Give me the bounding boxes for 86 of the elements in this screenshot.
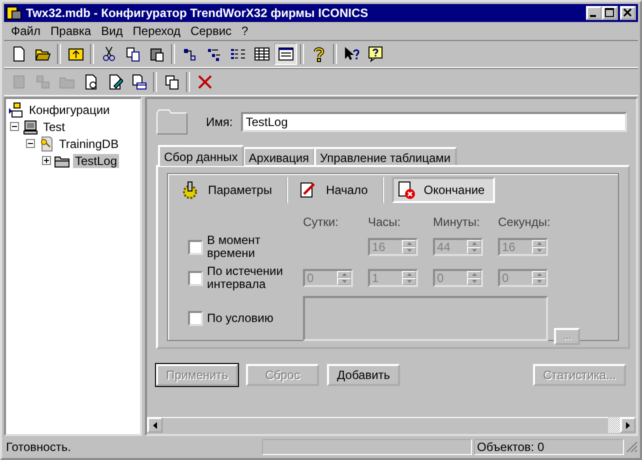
- tree-view-icon: [206, 46, 222, 62]
- down-arrow-icon: [472, 280, 476, 283]
- stacked-squares-icon: [34, 74, 50, 90]
- toolbar-button[interactable]: [274, 43, 297, 65]
- checkbox[interactable]: [188, 270, 203, 286]
- tree-item[interactable]: TrainingDB: [57, 136, 121, 150]
- down-arrow-icon: [536, 249, 542, 252]
- object-count: Объектов: 0: [474, 438, 624, 454]
- pointer-question-icon: [344, 46, 360, 62]
- form-icon: [278, 46, 294, 62]
- name-field[interactable]: TestLog: [240, 112, 627, 132]
- column-label: Минуты:: [433, 215, 481, 229]
- minimize-icon: [590, 15, 596, 17]
- minimize-button[interactable]: [586, 6, 602, 20]
- scroll-left-button[interactable]: [147, 417, 163, 433]
- delete-icon: [196, 74, 212, 90]
- down-arrow-icon: [342, 280, 346, 283]
- down-arrow-icon: [406, 249, 412, 252]
- up-arrow-icon: [536, 242, 542, 245]
- notepad-pencil-icon: [298, 180, 318, 200]
- tree-item[interactable]: Конфигурации: [27, 102, 112, 116]
- checkbox-label: В момент времени: [207, 234, 262, 260]
- right-arrow-icon: [626, 422, 630, 428]
- up-arrow-icon: [406, 273, 412, 276]
- collapse-toggle[interactable]: [10, 122, 19, 131]
- clipboard-icon: [148, 46, 164, 62]
- collapse-toggle[interactable]: [26, 139, 35, 148]
- document-magnifier-icon: [82, 74, 98, 90]
- column-label: Секунды:: [498, 215, 548, 229]
- close-button[interactable]: [620, 6, 636, 20]
- menu-item[interactable]: ?: [236, 24, 254, 38]
- copy-icon: [164, 74, 180, 90]
- menu-item[interactable]: Переход: [128, 24, 186, 38]
- menu-item[interactable]: Правка: [46, 24, 96, 38]
- down-arrow-icon: [406, 280, 412, 283]
- down-arrow-icon: [472, 249, 476, 252]
- column-label: Сутки:: [303, 215, 340, 229]
- status-message: Готовность.: [5, 438, 72, 454]
- list-view-icon: [230, 46, 246, 62]
- checkbox[interactable]: [188, 240, 203, 254]
- action-button[interactable]: Добавить: [327, 364, 400, 386]
- menu-item[interactable]: Вид: [96, 24, 128, 38]
- left-arrow-icon: [153, 422, 157, 428]
- up-arrow-icon: [342, 273, 346, 276]
- tree-item[interactable]: TestLog: [73, 154, 120, 168]
- condition-field[interactable]: [303, 296, 548, 341]
- up-arrow-icon: [406, 242, 412, 245]
- computer-icon: [22, 118, 38, 134]
- maximize-button[interactable]: [602, 6, 618, 20]
- resize-grip-icon: [626, 440, 638, 452]
- document-pencil-icon: [106, 74, 122, 90]
- checkbox-label: По условию: [207, 312, 274, 325]
- up-arrow-icon: [472, 242, 476, 245]
- checkbox[interactable]: [188, 311, 203, 326]
- window-title: Twx32.mdb - Конфигуратор TrendWorX32 фирмы ICONICS: [26, 6, 370, 20]
- configuration-icon: [8, 102, 24, 118]
- key-document-icon: [38, 136, 54, 152]
- up-arrow-icon: [472, 273, 476, 276]
- down-arrow-icon: [536, 280, 542, 283]
- up-arrow-icon: [536, 273, 542, 276]
- subtab-button[interactable]: Окончание: [392, 177, 495, 203]
- scroll-right-button[interactable]: [620, 417, 636, 433]
- copy-icon: [124, 46, 140, 62]
- maximize-icon: [605, 8, 615, 18]
- tree-item[interactable]: Test: [41, 120, 68, 134]
- tab[interactable]: Управление таблицами: [314, 147, 457, 165]
- gear-icon: [180, 180, 200, 200]
- folder-icon: [156, 109, 188, 135]
- menu-item[interactable]: Файл: [6, 24, 46, 38]
- scissors-icon: [100, 46, 116, 62]
- menu-item[interactable]: Сервис: [185, 24, 237, 38]
- scrollbar-thumb[interactable]: [608, 417, 620, 433]
- tab[interactable]: Сбор данных: [158, 145, 244, 166]
- hierarchy-icon: [182, 46, 198, 62]
- speech-bubble-question-icon: [368, 46, 384, 62]
- expand-toggle[interactable]: [42, 156, 51, 165]
- notepad-stop-icon: [396, 180, 416, 200]
- document-table-icon: [130, 74, 146, 90]
- tab[interactable]: Архивация: [242, 147, 316, 165]
- grid-icon: [254, 46, 270, 62]
- name-label: Имя:: [206, 115, 233, 129]
- checkbox-label: По истечении интервала: [207, 265, 284, 291]
- app-icon: [6, 5, 22, 21]
- document-icon: [10, 46, 26, 62]
- column-label: Часы:: [368, 215, 402, 229]
- close-icon: [623, 8, 633, 18]
